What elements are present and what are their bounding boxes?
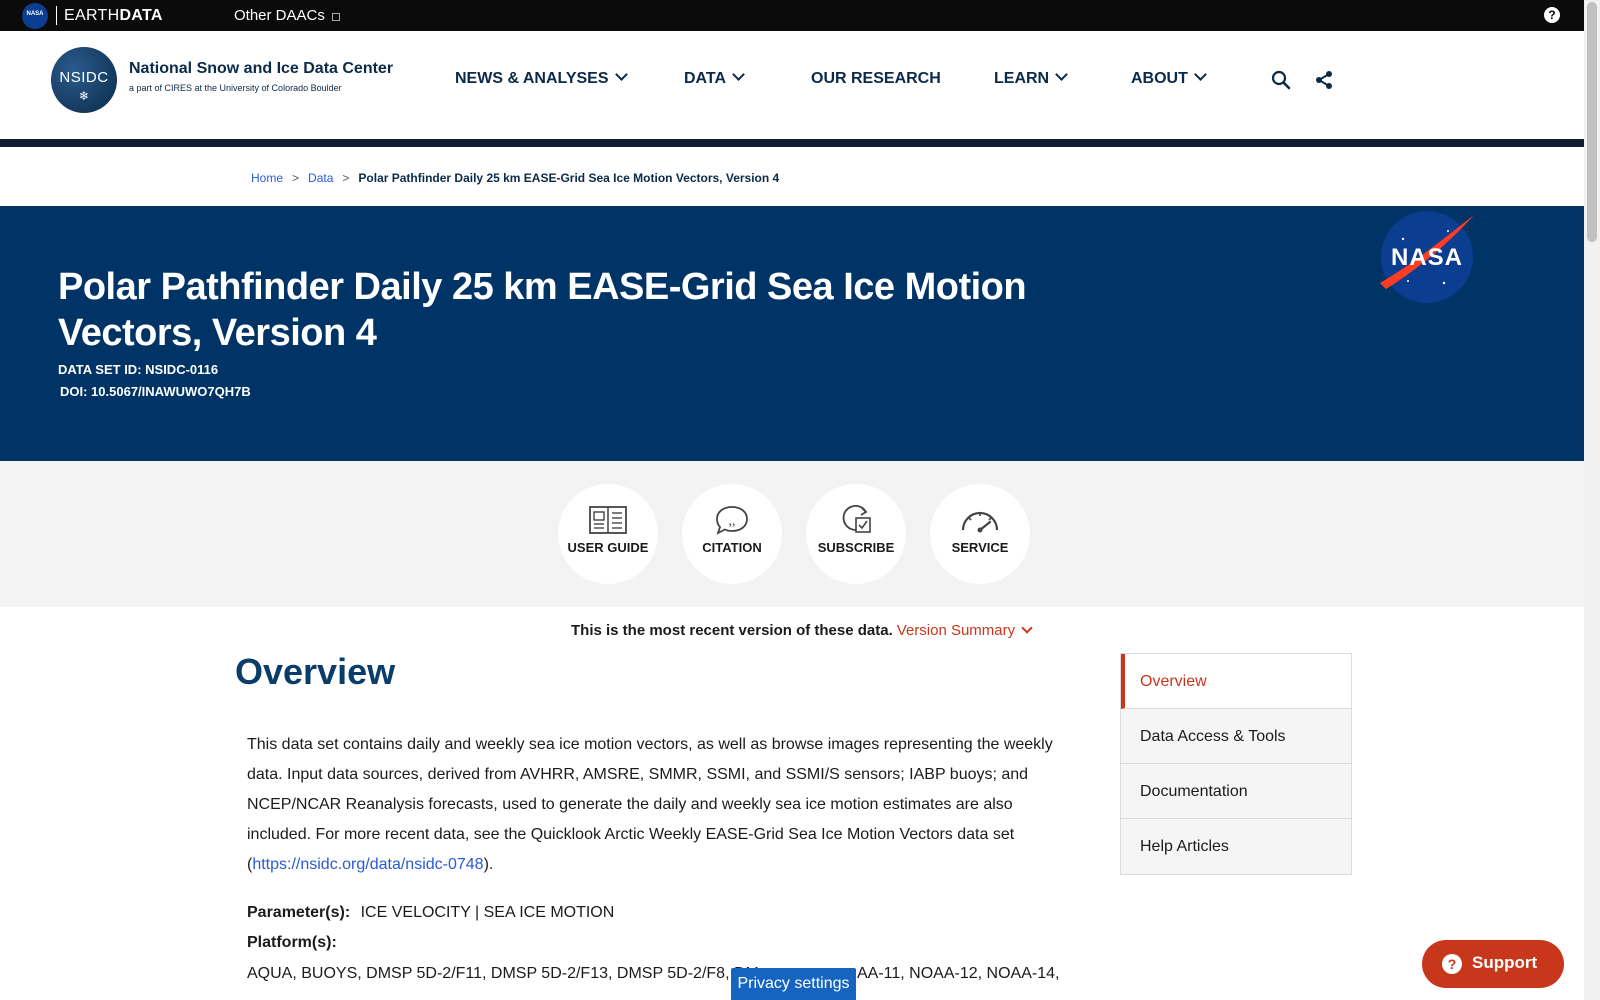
quicklook-dataset-link[interactable]: https://nsidc.org/data/nsidc-0748	[252, 856, 483, 873]
external-link-icon	[332, 13, 340, 21]
citation-icon: ,,	[716, 506, 748, 535]
overview-heading: Overview	[235, 651, 396, 692]
help-icon[interactable]: ?	[1544, 7, 1560, 23]
parameters-row: Parameter(s): ICE VELOCITY | SEA ICE MOT…	[247, 904, 615, 921]
user-guide-icon	[589, 506, 627, 534]
nasa-logo: NASA	[1380, 211, 1474, 303]
snowflake-icon: ❄	[78, 89, 90, 103]
support-button[interactable]: ? Support	[1422, 940, 1564, 988]
privacy-settings-button[interactable]: Privacy settings	[731, 968, 856, 1000]
dataset-hero: Polar Pathfinder Daily 25 km EASE-Grid S…	[0, 206, 1584, 461]
chevron-down-icon	[614, 68, 628, 81]
scrollbar-thumb[interactable]	[1587, 2, 1597, 242]
svg-text:,,: ,,	[729, 514, 736, 529]
side-nav-help-articles[interactable]: Help Articles	[1121, 819, 1351, 874]
overview-description: This data set contains daily and weekly …	[247, 736, 1053, 873]
nav-data[interactable]: DATA	[684, 68, 745, 88]
nasa-logo-text: NASA	[1391, 244, 1463, 271]
org-subtitle: a part of CIRES at the University of Col…	[129, 83, 342, 93]
other-daacs-link[interactable]: Other DAACs	[234, 7, 325, 24]
user-guide-button[interactable]: USER GUIDE	[558, 484, 658, 584]
platforms-value-start: AQUA, BUOYS, DMSP 5D-2/F11, DMSP 5D-2/F1…	[247, 965, 759, 982]
version-summary-toggle[interactable]: Version Summary	[897, 622, 1033, 639]
nav-news-analyses[interactable]: NEWS & ANALYSES	[455, 68, 628, 88]
side-nav-overview[interactable]: Overview	[1121, 654, 1351, 709]
service-button[interactable]: SERVICE	[930, 484, 1030, 584]
chevron-down-icon	[1194, 68, 1207, 81]
help-circle-icon: ?	[1442, 954, 1462, 974]
page-title: Polar Pathfinder Daily 25 km EASE-Grid S…	[58, 266, 1027, 354]
breadcrumb-home[interactable]: Home	[251, 171, 283, 185]
breadcrumb: Home > Data > Polar Pathfinder Daily 25 km E…	[251, 171, 780, 185]
breadcrumb-data[interactable]: Data	[308, 171, 333, 185]
earthdata-bar: NASA EARTHDATA Other DAACs ?	[0, 0, 1584, 31]
site-header: NSIDC ❄ National Snow and Ice Data Cente…	[0, 31, 1584, 139]
nav-our-research[interactable]: OUR RESEARCH	[811, 70, 941, 88]
platforms-value-end: AA-11, NOAA-12, NOAA-14,	[857, 965, 1060, 982]
version-notice: This is the most recent version of these…	[571, 622, 1033, 639]
chevron-down-icon	[1055, 68, 1068, 81]
search-icon[interactable]	[1270, 69, 1292, 91]
chevron-down-icon	[732, 68, 745, 81]
citation-button[interactable]: ,, CITATION	[682, 484, 782, 584]
action-strip: USER GUIDE ,, CITATION SUBSCRIBE SERVICE	[0, 461, 1584, 607]
dataset-doi: DOI: 10.5067/INAWUWO7QH7B	[60, 384, 251, 399]
share-icon[interactable]	[1313, 69, 1335, 91]
platforms-label-row: Platform(s):	[247, 934, 337, 951]
header-divider	[0, 139, 1584, 147]
org-name[interactable]: National Snow and Ice Data Center	[129, 60, 393, 78]
dataset-id: DATA SET ID: NSIDC-0116	[58, 362, 219, 377]
platforms-value-row: AQUA, BUOYS, DMSP 5D-2/F11, DMSP 5D-2/F1…	[247, 965, 1059, 983]
page-scrollbar[interactable]	[1584, 0, 1600, 1000]
subscribe-button[interactable]: SUBSCRIBE	[806, 484, 906, 584]
nasa-meatball-icon[interactable]: NASA	[22, 3, 48, 29]
service-icon	[961, 511, 999, 533]
nav-learn[interactable]: LEARN	[994, 68, 1068, 88]
subscribe-icon	[842, 505, 871, 533]
side-nav-documentation[interactable]: Documentation	[1121, 764, 1351, 819]
page-side-nav: Overview Data Access & Tools Documentati…	[1120, 653, 1352, 875]
nsidc-logo[interactable]: NSIDC ❄	[51, 47, 117, 113]
breadcrumb-current: Polar Pathfinder Daily 25 km EASE-Grid S…	[358, 171, 780, 185]
nav-about[interactable]: ABOUT	[1131, 68, 1207, 88]
chevron-down-icon	[1021, 622, 1033, 634]
earthdata-brand[interactable]: EARTHDATA	[64, 7, 163, 25]
side-nav-data-access-tools[interactable]: Data Access & Tools	[1121, 709, 1351, 764]
earthdata-separator	[56, 6, 57, 25]
parameters-value: ICE VELOCITY | SEA ICE MOTION	[360, 904, 615, 921]
